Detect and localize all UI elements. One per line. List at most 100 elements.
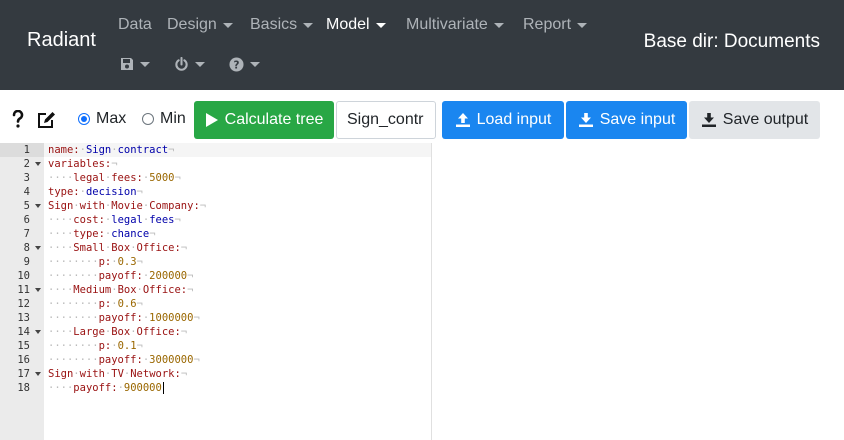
indent-whitespace: ····: [48, 228, 74, 240]
navbar: Radiant Data Design Basics Model Multiva…: [0, 0, 844, 90]
download-icon: [578, 113, 593, 127]
brand-title[interactable]: Radiant: [27, 29, 96, 52]
gutter-row: 3: [0, 171, 44, 185]
gutter-row: 14: [0, 325, 44, 339]
fold-arrow-icon[interactable]: [35, 246, 41, 250]
fold-arrow-icon[interactable]: [35, 162, 41, 166]
code-line: ····Large·Box·Office:¬: [48, 325, 187, 339]
menu-multivariate-label: Multivariate: [406, 16, 488, 33]
yaml-value: 3000000: [149, 354, 194, 366]
indent-whitespace: ····: [48, 242, 74, 254]
gutter-row: 9: [0, 255, 44, 269]
menu-model[interactable]: Model: [326, 14, 386, 36]
yaml-key: Large·Box·Office: [73, 326, 175, 338]
line-number: 4: [23, 186, 30, 198]
yaml-value: chance: [111, 228, 150, 240]
menu-report[interactable]: Report: [523, 14, 588, 36]
line-number: 9: [23, 256, 30, 268]
calculate-tree-button[interactable]: Calculate tree: [194, 101, 334, 139]
download-icon: [701, 113, 716, 127]
yaml-key: payoff: [98, 354, 137, 366]
line-number: 5: [23, 200, 30, 212]
radio-max-label: Max: [96, 110, 127, 127]
save-output-button[interactable]: Save output: [689, 101, 820, 139]
yaml-value: decision: [85, 186, 137, 198]
gutter-row: 17: [0, 367, 44, 381]
menu-power[interactable]: [174, 54, 205, 74]
code-line: ········p:·0.1¬: [48, 339, 143, 353]
menu-help[interactable]: ?: [229, 54, 260, 74]
radio-max[interactable]: Max: [78, 110, 126, 128]
radio-max-circle[interactable]: [78, 113, 90, 125]
indent-whitespace: ····: [48, 382, 74, 394]
line-number: 16: [17, 354, 30, 366]
line-number: 18: [17, 382, 30, 394]
menu-multivariate[interactable]: Multivariate: [406, 14, 504, 36]
gutter-row: 1: [0, 143, 44, 157]
gutter-row: 12: [0, 297, 44, 311]
fold-arrow-icon[interactable]: [35, 330, 41, 334]
gutter-row: 16: [0, 353, 44, 367]
fold-arrow-icon[interactable]: [35, 372, 41, 376]
eol-marker: ¬: [193, 312, 200, 324]
indent-whitespace: ········: [48, 298, 99, 310]
eol-marker: ¬: [193, 354, 200, 366]
code-line: ····type:·chance¬: [48, 227, 156, 241]
eol-marker: ¬: [168, 144, 175, 156]
menu-design[interactable]: Design: [167, 14, 233, 36]
space-marker: ·: [130, 242, 137, 254]
eol-marker: ¬: [111, 158, 118, 170]
radio-min-circle[interactable]: [142, 113, 154, 125]
space-marker: ·: [111, 284, 118, 296]
eol-marker: ¬: [174, 172, 181, 184]
eol-marker: ¬: [180, 242, 188, 254]
line-number-gutter: 1 2 3 4 5 6 7 8 9 10 11 12 13 14 15 16 17 18: [0, 143, 44, 440]
caret-down-icon: [195, 61, 205, 67]
line-number: 15: [17, 340, 30, 352]
code-line: ········payoff:·200000¬: [48, 269, 193, 283]
gutter-row: 5: [0, 199, 44, 213]
help-circle-icon: ?: [229, 56, 244, 72]
indent-whitespace: ····: [48, 326, 74, 338]
indent-whitespace: ····: [48, 172, 74, 184]
yaml-key: payoff: [73, 382, 112, 394]
eol-marker: ¬: [136, 256, 143, 268]
indent-whitespace: ········: [48, 270, 99, 282]
yaml-value: legal·fees: [111, 214, 175, 226]
load-input-button[interactable]: Load input: [442, 101, 564, 139]
space-marker: ·: [104, 326, 112, 338]
menu-save[interactable]: [120, 54, 150, 74]
caret-down-icon: [140, 61, 150, 67]
menu-data[interactable]: Data: [118, 14, 152, 36]
save-output-label: Save output: [722, 111, 809, 128]
code-line: ········payoff:·1000000¬: [48, 311, 200, 325]
code-line: ····legal·fees:·5000¬: [48, 171, 181, 185]
edit-icon[interactable]: [37, 111, 56, 133]
yaml-key: Sign·with·TV·Network: [48, 368, 175, 380]
load-input-label: Load input: [476, 111, 552, 128]
fold-arrow-icon[interactable]: [35, 204, 41, 208]
caret-down-icon: [303, 22, 314, 28]
line-number: 10: [17, 270, 30, 282]
play-icon: [205, 113, 218, 127]
menu-data-label: Data: [118, 16, 152, 33]
yaml-value: 1000000: [149, 312, 194, 324]
menu-basics[interactable]: Basics: [250, 14, 314, 36]
line-number: 1: [23, 144, 30, 156]
code-line: ····Medium·Box·Office:¬: [48, 283, 193, 297]
yaml-value: 200000: [149, 270, 188, 282]
radio-min[interactable]: Min: [142, 110, 186, 128]
base-dir-label: Base dir: Documents: [643, 31, 820, 52]
save-input-button[interactable]: Save input: [566, 101, 687, 139]
tree-name-input[interactable]: Sign_contr: [336, 101, 436, 139]
save-icon: [121, 58, 133, 70]
power-icon: [175, 56, 188, 71]
indent-whitespace: ········: [48, 340, 99, 352]
menu-design-label: Design: [167, 16, 217, 33]
code-area[interactable]: name:·Sign·contract¬ variables:¬ ····legal…: [44, 143, 431, 440]
yaml-editor[interactable]: 1 2 3 4 5 6 7 8 9 10 11 12 13 14 15 16 17 18 name:·Sign·c…: [0, 143, 432, 440]
fold-arrow-icon[interactable]: [35, 288, 41, 292]
yaml-value: Sign·contract: [85, 144, 169, 156]
question-icon[interactable]: [12, 109, 24, 133]
yaml-value: 5000: [149, 172, 175, 184]
